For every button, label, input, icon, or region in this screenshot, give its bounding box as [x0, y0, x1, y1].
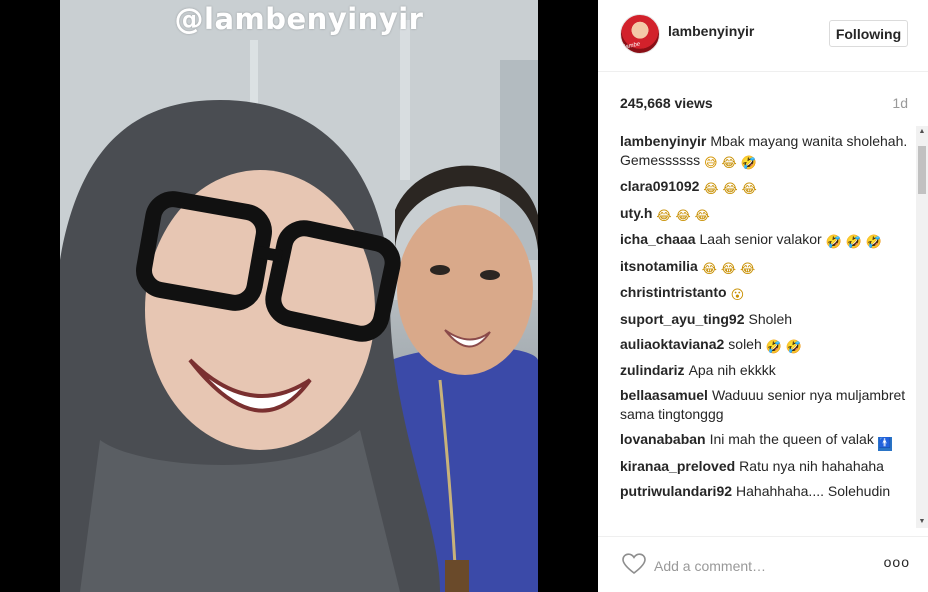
comment-text: Hahahhaha.... Solehudin	[736, 483, 891, 499]
rofl-emoji-icon: 🤣	[765, 339, 782, 355]
comment-text: Sholeh	[748, 310, 793, 327]
comment-username[interactable]: putriwulandari92	[620, 483, 732, 499]
open-mouth-emoji-icon: 😮	[730, 288, 745, 303]
comment-username[interactable]: lambenyinyir	[620, 133, 706, 149]
comment-username[interactable]: auliaoktaviana2	[620, 336, 724, 352]
comment-username[interactable]: icha_chaaa	[620, 231, 696, 247]
comment-text: soleh	[728, 335, 762, 352]
comment-item: suport_ayu_ting92 Sholeh	[620, 310, 910, 329]
joy-emoji-icon: 😂	[675, 208, 691, 224]
comment-username[interactable]: itsnotamilia	[620, 258, 698, 274]
video-watermark: @lambenyinyir	[174, 2, 424, 36]
author-avatar[interactable]: lambe	[620, 14, 660, 54]
comment-username[interactable]: christintristanto	[620, 284, 727, 300]
comment-item: putriwulandari92 Hahahhaha.... Solehudin	[620, 482, 910, 501]
post-header: lambe lambenyinyir Following	[598, 0, 928, 72]
comment-item: auliaoktaviana2 soleh 🤣 🤣	[620, 335, 910, 355]
comment-item: christintristanto 😮	[620, 283, 910, 303]
joy-emoji-icon: 😂	[721, 155, 737, 171]
more-options-icon[interactable]: ooo	[884, 554, 910, 570]
comment-item: itsnotamilia 😂 😂 😂	[620, 257, 910, 277]
comment-bar: ooo	[598, 536, 928, 592]
comment-username[interactable]: bellaasamuel	[620, 387, 708, 403]
comment-item: uty.h 😂 😂 😂	[620, 204, 910, 224]
comment-item: icha_chaaa Laah senior valakor 🤣 🤣 🤣	[620, 230, 910, 250]
person-icon: 🚹	[877, 436, 892, 451]
post-details-panel: lambe lambenyinyir Following 245,668 vie…	[598, 0, 928, 592]
joy-emoji-icon: 😂	[703, 182, 719, 197]
scroll-up-arrow-icon[interactable]: ▲	[916, 126, 928, 138]
joy-emoji-icon: 😂	[720, 261, 737, 277]
comment-username[interactable]: uty.h	[620, 205, 652, 221]
comment-username[interactable]: zulindariz	[620, 362, 685, 378]
scroll-down-arrow-icon[interactable]: ▼	[916, 516, 928, 528]
view-count[interactable]: 245,668 views	[620, 95, 713, 111]
post-video[interactable]: @lambenyinyir	[60, 0, 538, 592]
rofl-emoji-icon: 🤣	[825, 235, 842, 250]
joy-emoji-icon: 😂	[694, 208, 710, 224]
comment-username[interactable]: lovanababan	[620, 431, 706, 447]
rofl-emoji-icon: 🤣	[740, 155, 757, 171]
comment-item: clara091092 😂 😂 😂	[620, 177, 910, 197]
video-frame-illustration	[60, 0, 538, 592]
comments-scrollbar[interactable]: ▲ ▼	[916, 126, 928, 528]
comment-text: Apa nih ekkkk	[688, 362, 776, 378]
comment-username[interactable]: clara091092	[620, 178, 699, 194]
rofl-emoji-icon: 🤣	[845, 235, 862, 250]
add-comment-input[interactable]	[654, 555, 884, 577]
following-button[interactable]: Following	[829, 20, 908, 47]
comment-username[interactable]: kiranaa_preloved	[620, 458, 735, 474]
media-background: @lambenyinyir	[0, 0, 598, 592]
comment-item: lovanababan Ini mah the queen of valak 🚹	[620, 430, 910, 451]
comment-username[interactable]: suport_ayu_ting92	[620, 311, 744, 327]
comment-item: zulindariz Apa nih ekkkk	[620, 361, 910, 380]
rofl-emoji-icon: 🤣	[785, 339, 802, 355]
author-username[interactable]: lambenyinyir	[668, 23, 754, 39]
joy-emoji-icon: 😂	[739, 261, 756, 277]
comment-text: Ini mah the queen of valak	[709, 430, 874, 447]
joy-emoji-icon: 😂	[741, 182, 757, 197]
comment-text: Laah senior valakor	[699, 231, 822, 247]
heart-icon[interactable]	[622, 553, 646, 575]
comments-list: lambenyinyir Mbak mayang wanita sholehah.…	[620, 132, 910, 524]
post-timestamp[interactable]: 1d	[892, 95, 908, 111]
comment-item: lambenyinyir Mbak mayang wanita sholehah.…	[620, 132, 910, 171]
comment-text: Ratu nya nih hahahaha	[739, 458, 884, 474]
joy-emoji-icon: 😂	[701, 261, 717, 277]
joy-emoji-icon: 😂	[656, 208, 672, 224]
joy-emoji-icon: 😂	[722, 182, 738, 197]
comment-item: bellaasamuel Waduuu senior nya muljambret…	[620, 386, 910, 423]
sweat-smile-emoji-icon: 😅	[704, 155, 718, 171]
scrollbar-thumb[interactable]	[918, 146, 926, 194]
comment-item: kiranaa_preloved Ratu nya nih hahahaha	[620, 457, 910, 476]
rofl-emoji-icon: 🤣	[865, 235, 882, 250]
